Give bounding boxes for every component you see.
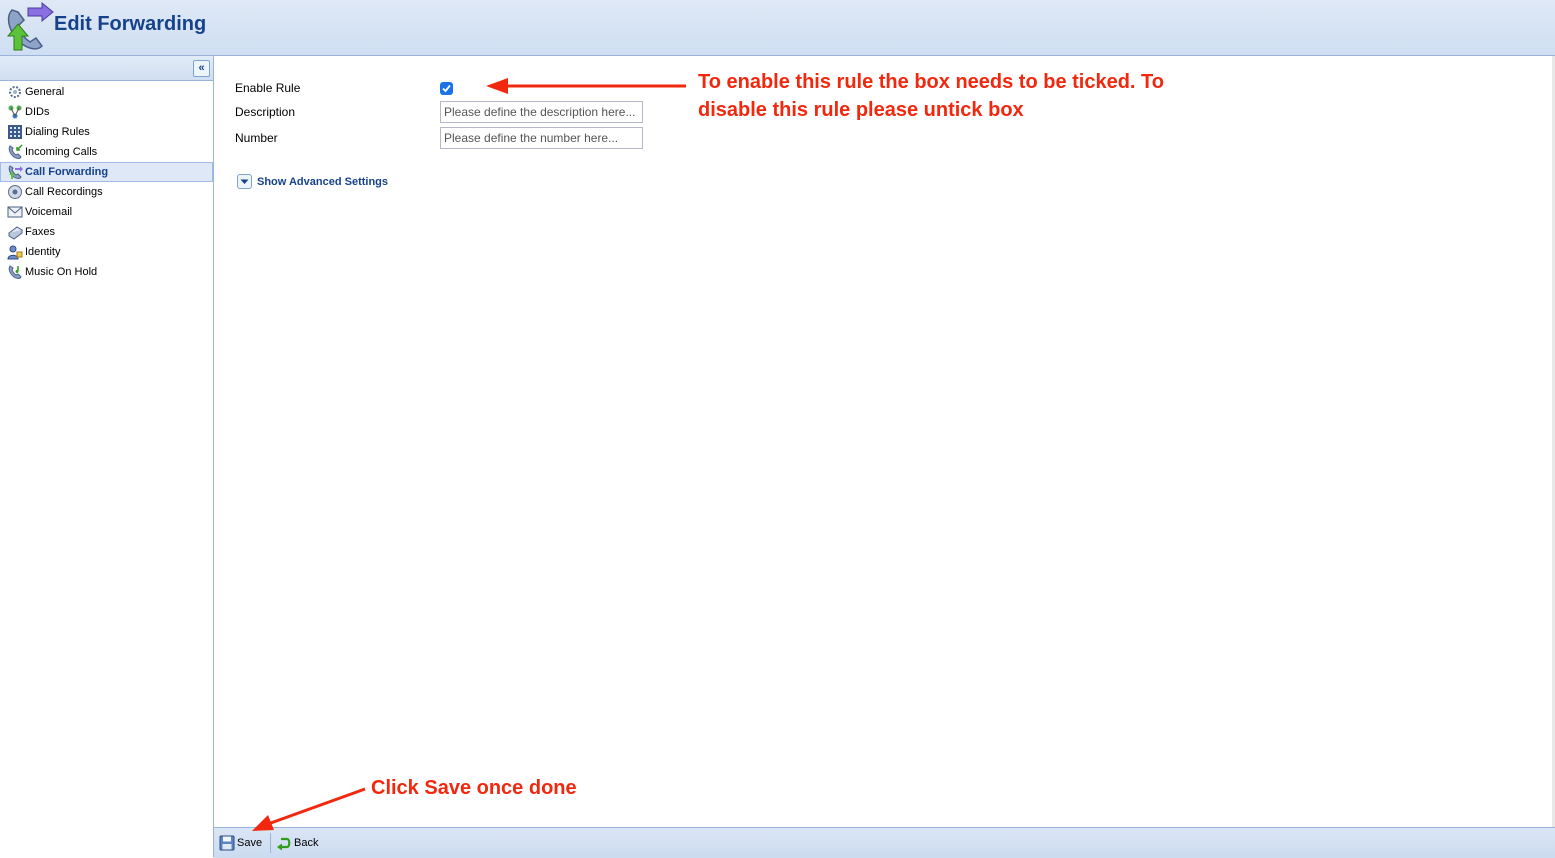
enable-rule-annotation: To enable this rule the box needs to be …: [698, 68, 1164, 124]
annotation-line: disable this rule please untick box: [698, 99, 1024, 121]
save-arrow: [252, 787, 366, 831]
enable-rule-arrow: [486, 78, 686, 94]
annotation-arrows: [252, 78, 686, 831]
save-annotation: Click Save once done: [371, 777, 577, 799]
annotation-line: To enable this rule the box needs to be …: [698, 71, 1164, 93]
